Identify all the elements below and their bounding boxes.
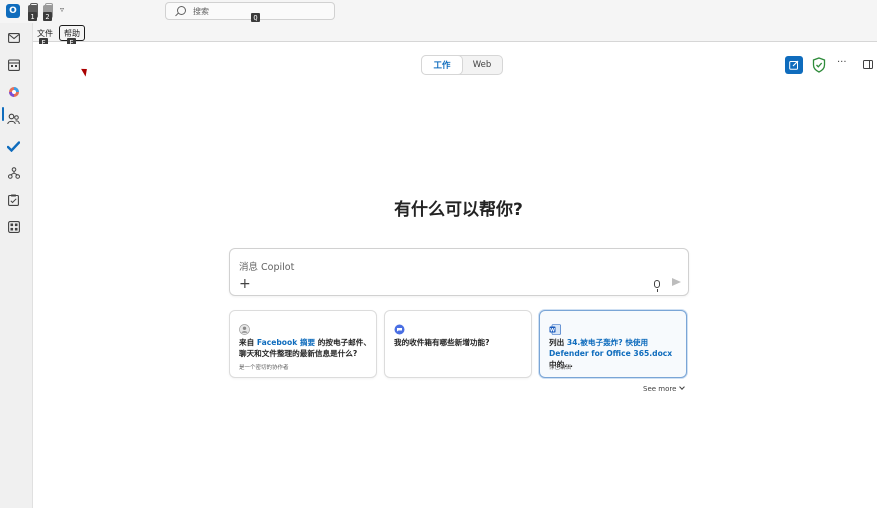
person-icon	[239, 320, 250, 335]
chevron-down-icon	[679, 384, 686, 390]
compose-icon	[789, 60, 799, 70]
message-placeholder: 消息 Copilot	[239, 262, 295, 273]
menu-help-label: 帮助	[64, 28, 80, 38]
page-title: 有什么可以帮你?	[394, 200, 523, 220]
copilot-icon[interactable]	[6, 85, 21, 99]
search-icon	[177, 6, 186, 15]
apps-icon[interactable]	[6, 220, 21, 234]
send-icon[interactable]	[672, 278, 681, 286]
search-placeholder: 搜索	[193, 7, 209, 16]
message-input[interactable]: 消息 Copilot +	[229, 248, 689, 296]
search-keytip: Q	[251, 13, 260, 22]
mail-icon[interactable]	[6, 31, 21, 45]
copilot-chat-icon	[394, 320, 405, 335]
keytip-2: 2	[43, 12, 52, 21]
tab-web[interactable]: Web	[462, 56, 502, 74]
new-chat-button[interactable]	[785, 56, 803, 74]
rail-active-indicator	[2, 107, 4, 121]
more-options-button[interactable]: ···	[837, 57, 847, 68]
customize-quick-access-icon[interactable]: ▿	[60, 5, 64, 14]
keytip-1: 1	[28, 12, 37, 21]
todo-icon[interactable]	[6, 139, 21, 153]
svg-text:W: W	[550, 327, 555, 333]
suggestion-subtitle: 是一个密切的协作者	[239, 365, 289, 371]
word-doc-icon: W	[549, 320, 561, 335]
suggestion-card[interactable]: 我的收件箱有哪些新增功能?	[384, 310, 532, 378]
people-icon[interactable]	[6, 112, 21, 126]
side-panel-icon[interactable]	[863, 60, 873, 69]
see-more-link[interactable]: See more	[643, 384, 686, 393]
suggestion-card-selected[interactable]: W 列出 34.被电子轰炸? 快使用 Defender for Office 3…	[539, 310, 687, 378]
tasks-icon[interactable]	[6, 193, 21, 207]
calendar-icon[interactable]	[6, 58, 21, 72]
mode-toggle: 工作 Web	[421, 55, 503, 75]
copilot-main: 工作 Web ··· 有什么可以帮你? 消息 Copilot + 来自 Face…	[34, 44, 877, 508]
add-attachment-icon[interactable]: +	[239, 277, 251, 291]
search-box[interactable]: 搜索 Q	[165, 2, 335, 22]
outlook-logo: O	[6, 4, 20, 18]
suggestion-subtitle: 你已编辑	[549, 365, 572, 371]
suggestion-title: 来自 Facebook 摘要 的按电子邮件、聊天和文件整理的最新信息是什么?	[239, 338, 371, 358]
suggestion-title: 我的收件箱有哪些新增功能?	[394, 338, 490, 347]
tab-work[interactable]: 工作	[422, 56, 462, 74]
microphone-icon[interactable]	[654, 280, 660, 292]
title-bar: O 1 2 ▿ 搜索 Q 文件 F 帮助 E	[0, 0, 877, 47]
left-rail	[0, 23, 33, 508]
suggestion-card[interactable]: 来自 Facebook 摘要 的按电子邮件、聊天和文件整理的最新信息是什么? 是…	[229, 310, 377, 378]
shield-check-icon[interactable]	[812, 57, 826, 73]
org-icon[interactable]	[6, 166, 21, 180]
